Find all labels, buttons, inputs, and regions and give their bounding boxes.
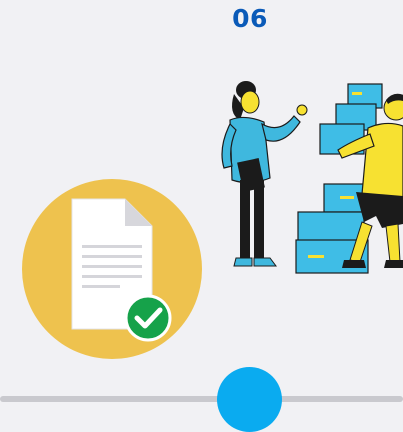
timeline-marker[interactable]	[217, 367, 282, 432]
timeline-track	[0, 396, 403, 402]
step-number: 06	[232, 4, 268, 33]
people-moving-boxes-illustration	[221, 81, 403, 274]
woman-figure	[221, 81, 308, 267]
timeline-step: 06	[0, 0, 403, 432]
document-approved-badge	[22, 179, 202, 359]
check-circle-icon	[124, 294, 172, 342]
